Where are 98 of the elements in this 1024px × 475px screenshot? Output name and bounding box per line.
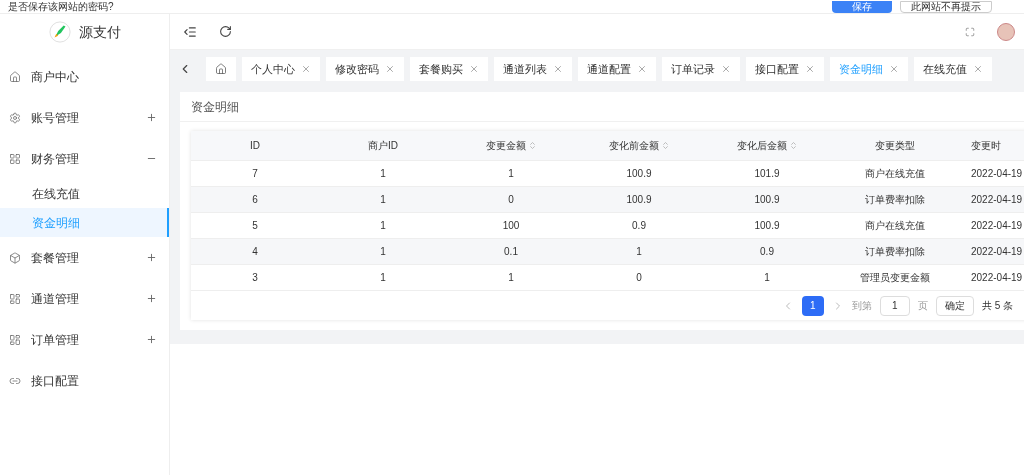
table-cell-text: 1 xyxy=(379,193,387,207)
dismiss-button[interactable]: 此网站不再提示 xyxy=(900,0,992,13)
close-icon[interactable] xyxy=(301,64,311,74)
page-tab[interactable]: 套餐购买 xyxy=(410,57,488,81)
home-icon xyxy=(215,63,227,75)
table-cell-text: 1 xyxy=(379,167,387,181)
table-cell-text: 0 xyxy=(635,271,643,285)
table-cell-text: 订单费率扣除 xyxy=(864,193,926,207)
sort-icon[interactable] xyxy=(660,141,670,150)
table-cell-text: 100 xyxy=(501,219,521,233)
sidebar-item[interactable]: 账号管理 xyxy=(0,97,169,138)
page-number[interactable]: 1 xyxy=(801,295,824,316)
table-cell-text: 1 xyxy=(507,271,515,285)
table-cell-text: 4 xyxy=(251,245,259,259)
sort-icon[interactable] xyxy=(527,141,537,150)
table-cell-text: 2022-04-19 xyxy=(970,193,1024,207)
gear-icon xyxy=(9,111,21,124)
apps-icon xyxy=(9,333,21,346)
page-tab[interactable]: 通道列表 xyxy=(494,57,572,81)
table-cell-text: 商户在线充值 xyxy=(864,219,926,233)
table-cell-text: 7 xyxy=(251,167,259,181)
close-icon[interactable] xyxy=(721,64,731,74)
close-icon[interactable] xyxy=(889,64,899,74)
sidebar-item[interactable]: 订单管理 xyxy=(0,319,169,360)
close-icon[interactable] xyxy=(553,64,563,74)
sidebar-item[interactable]: 财务管理 xyxy=(0,138,169,179)
table-cell-text: 0 xyxy=(507,193,515,207)
table-cell-text: 2022-04-19 xyxy=(970,167,1024,181)
table-cell-text: 管理员变更金额 xyxy=(859,271,931,285)
sidebar-item[interactable]: 接口配置 xyxy=(0,360,169,401)
avatar[interactable] xyxy=(997,22,1015,41)
table-cell-text: 0.1 xyxy=(503,245,519,259)
table-cell-text: 商户在线充值 xyxy=(864,167,926,181)
table-cell-text: 1 xyxy=(379,219,387,233)
page-tab[interactable]: 在线充值 xyxy=(914,57,992,81)
close-icon[interactable] xyxy=(973,64,983,74)
page-tab[interactable]: 接口配置 xyxy=(746,57,824,81)
menu-toggle-icon[interactable] xyxy=(183,24,197,39)
table-cell-text: 100.9 xyxy=(753,219,781,233)
card-title: 资金明细 xyxy=(180,92,1024,122)
sidebar-item[interactable]: 套餐管理 xyxy=(0,237,169,278)
table-cell-text: 101.9 xyxy=(753,167,781,181)
home-icon xyxy=(9,70,21,83)
save-button[interactable]: 保存 xyxy=(832,0,892,13)
brand-name: 源支付 xyxy=(78,22,121,42)
column-header: 变更类型 xyxy=(874,139,916,153)
table-cell-text: 100.9 xyxy=(753,193,781,207)
table-cell-text: 1 xyxy=(635,245,643,259)
sort-icon[interactable] xyxy=(788,141,798,150)
table-cell-text: 2022-04-19 xyxy=(970,245,1024,259)
expand-icon xyxy=(146,293,157,304)
close-icon[interactable] xyxy=(637,64,647,74)
table-cell-text: 1 xyxy=(379,271,387,285)
table-cell-text: 100.9 xyxy=(625,193,653,207)
total-count: 共 5 条 xyxy=(981,299,1013,313)
expand-icon xyxy=(146,334,157,345)
expand-icon xyxy=(146,252,157,263)
column-header: 变更时 xyxy=(970,139,1002,153)
refresh-icon[interactable] xyxy=(219,25,232,38)
prompt-text: 是否保存该网站的密码? xyxy=(8,1,114,12)
close-icon[interactable] xyxy=(385,64,395,74)
table-cell-text: 3 xyxy=(251,271,259,285)
apps-icon xyxy=(9,292,21,305)
fullscreen-icon[interactable] xyxy=(965,26,975,37)
sidebar-item[interactable]: 通道管理 xyxy=(0,278,169,319)
table-cell-text: 订单费率扣除 xyxy=(864,245,926,259)
column-header: 商户ID xyxy=(367,139,399,153)
close-icon[interactable] xyxy=(469,64,479,74)
table-cell-text: 1 xyxy=(507,167,515,181)
home-tab[interactable] xyxy=(206,57,236,81)
column-header: ID xyxy=(249,139,261,153)
grid-icon xyxy=(9,152,21,165)
table-cell-text: 100.9 xyxy=(625,167,653,181)
table-cell-text: 1 xyxy=(763,271,771,285)
page-tab[interactable]: 通道配置 xyxy=(578,57,656,81)
page-tab[interactable]: 修改密码 xyxy=(326,57,404,81)
table-cell-text: 5 xyxy=(251,219,259,233)
confirm-button[interactable]: 确定 xyxy=(935,295,974,316)
table-cell-text: 6 xyxy=(251,193,259,207)
table-cell-text: 0.9 xyxy=(631,219,647,233)
rocket-logo-icon xyxy=(48,21,71,43)
goto-label: 到第 xyxy=(851,299,872,313)
expand-icon xyxy=(146,112,157,123)
submenu-item[interactable]: 在线充值 xyxy=(0,179,169,208)
column-header[interactable]: 变更金额 xyxy=(447,138,575,153)
sidebar-item[interactable]: 商户中心 xyxy=(0,56,169,97)
column-header[interactable]: 变化前金额 xyxy=(575,138,703,153)
page-unit: 页 xyxy=(917,299,928,313)
page-input[interactable]: 1 xyxy=(879,295,910,316)
cube-icon xyxy=(9,251,21,264)
table-cell-text: 1 xyxy=(379,245,387,259)
table-cell-text: 2022-04-19 xyxy=(970,271,1024,285)
page-tab[interactable]: 个人中心 xyxy=(242,57,320,81)
table-cell-text: 0.9 xyxy=(759,245,775,259)
close-icon[interactable] xyxy=(805,64,815,74)
column-header[interactable]: 变化后金额 xyxy=(703,138,831,153)
page-tab[interactable]: 订单记录 xyxy=(662,57,740,81)
table-cell-text: 2022-04-19 xyxy=(970,219,1024,233)
